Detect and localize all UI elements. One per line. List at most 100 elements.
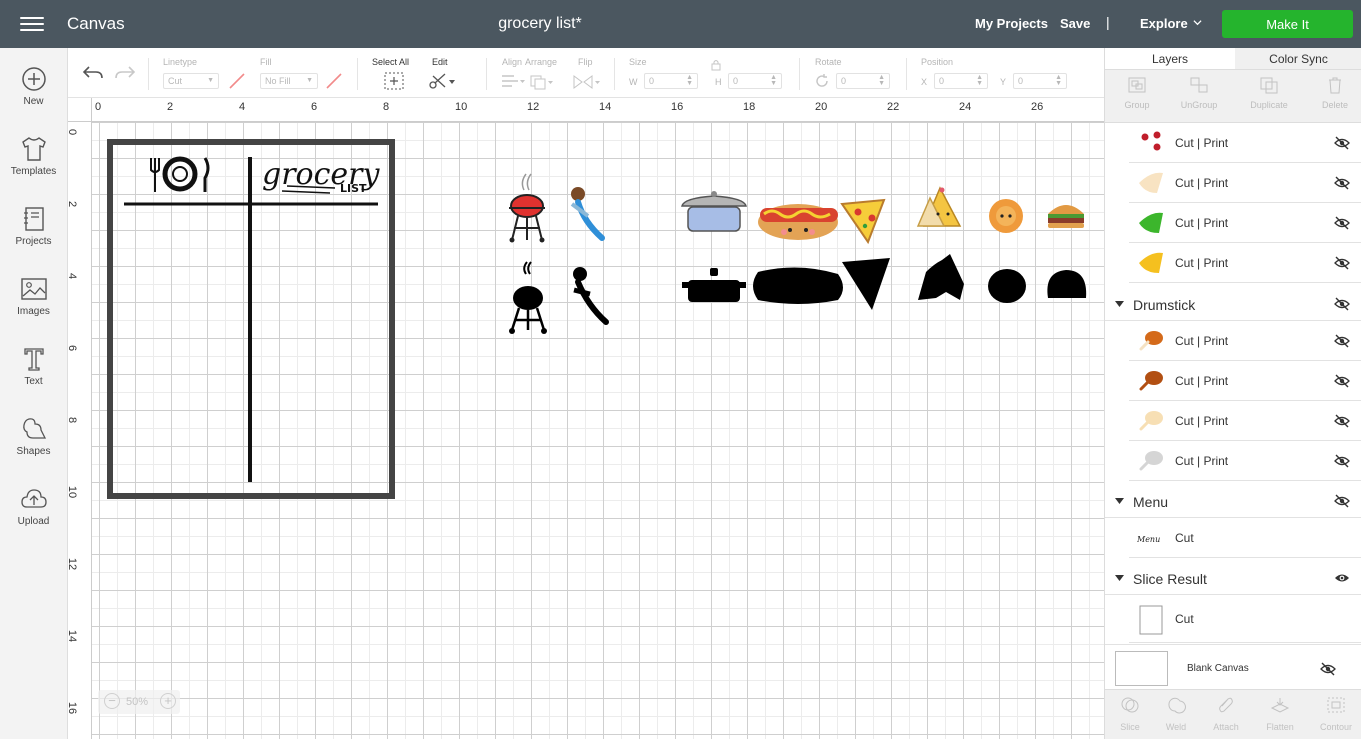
fork-meatball-silhouette[interactable] xyxy=(573,267,609,325)
contour-button[interactable]: Contour xyxy=(1311,696,1361,732)
rotate-input[interactable]: 0 ▲ ▼ xyxy=(836,73,890,89)
caret-down-icon[interactable] xyxy=(1115,301,1124,308)
stepper-icon[interactable]: ▲ ▼ xyxy=(878,74,885,87)
layer-group-menu[interactable]: Menu xyxy=(1105,484,1361,518)
grill-color-image[interactable] xyxy=(509,173,545,243)
fill-select[interactable]: No Fill ▼ xyxy=(260,73,318,89)
layer-row[interactable]: Menu Cut xyxy=(1129,518,1361,558)
flatten-button[interactable]: Flatten xyxy=(1255,696,1305,732)
grocery-list-frame[interactable] xyxy=(107,139,395,499)
nachos-color-image[interactable] xyxy=(916,186,962,227)
sidebar-item-text[interactable]: Text xyxy=(0,346,67,408)
explore-menu[interactable]: Explore xyxy=(1140,16,1188,31)
eye-hidden-icon[interactable] xyxy=(1334,494,1350,508)
eye-hidden-icon[interactable] xyxy=(1334,136,1350,150)
hotdog-color-image[interactable] xyxy=(758,204,838,240)
burger-color-image[interactable] xyxy=(1048,205,1084,228)
zoom-out-icon[interactable]: − xyxy=(104,693,120,709)
group-button[interactable]: Group xyxy=(1105,76,1169,110)
pot-color-image[interactable] xyxy=(681,191,747,232)
layer-row[interactable]: Cut | Print xyxy=(1129,163,1361,203)
sidebar-item-new[interactable]: New xyxy=(0,66,67,128)
edit-scissors-icon[interactable] xyxy=(428,72,456,90)
fill-color-swatch-icon[interactable] xyxy=(325,72,343,90)
grill-silhouette[interactable] xyxy=(509,261,547,334)
select-all-icon[interactable] xyxy=(384,72,404,90)
width-input[interactable]: 0 ▲ ▼ xyxy=(644,73,698,89)
eye-hidden-icon[interactable] xyxy=(1334,454,1350,468)
layer-row[interactable]: Cut | Print xyxy=(1129,243,1361,283)
width-value: 0 xyxy=(649,76,655,86)
chevron-down-icon[interactable] xyxy=(1193,18,1202,27)
sidebar-item-images[interactable]: Images xyxy=(0,276,67,338)
donut-silhouette[interactable] xyxy=(988,269,1026,303)
slice-button[interactable]: Slice xyxy=(1105,696,1155,732)
arrange-icon[interactable] xyxy=(529,74,555,90)
layer-row[interactable]: Cut | Print xyxy=(1129,123,1361,163)
nachos-silhouette[interactable] xyxy=(918,254,964,300)
burger-silhouette[interactable] xyxy=(1047,270,1087,298)
layer-row[interactable]: Cut | Print xyxy=(1129,321,1361,361)
silhouettes-row[interactable] xyxy=(509,254,1087,334)
weld-button[interactable]: Weld xyxy=(1151,696,1201,732)
stepper-icon[interactable]: ▲ ▼ xyxy=(686,74,693,87)
donut-color-image[interactable] xyxy=(989,199,1023,233)
eye-hidden-icon[interactable] xyxy=(1334,176,1350,190)
pizza-slice-color-image[interactable] xyxy=(840,198,886,245)
eye-visible-icon[interactable] xyxy=(1334,571,1350,585)
my-projects-link[interactable]: My Projects xyxy=(975,16,1048,31)
layer-row[interactable]: Cut | Print xyxy=(1129,441,1361,481)
stepper-icon[interactable]: ▲ ▼ xyxy=(770,74,777,87)
pizza-silhouette[interactable] xyxy=(842,258,890,310)
lock-icon[interactable] xyxy=(711,59,721,71)
zoom-in-icon[interactable]: + xyxy=(160,693,176,709)
y-position-input[interactable]: 0 ▲ ▼ xyxy=(1013,73,1067,89)
undo-icon[interactable] xyxy=(82,64,104,82)
eye-hidden-icon[interactable] xyxy=(1334,334,1350,348)
canvas-color-swatch[interactable] xyxy=(1115,651,1168,686)
canvas-artwork[interactable]: grocery LIST xyxy=(92,122,1104,739)
sidebar-item-projects[interactable]: Projects xyxy=(0,206,67,268)
layer-row[interactable]: Cut | Print xyxy=(1129,203,1361,243)
save-link[interactable]: Save xyxy=(1060,16,1090,31)
eye-hidden-icon[interactable] xyxy=(1334,216,1350,230)
duplicate-button[interactable]: Duplicate xyxy=(1237,76,1301,110)
list-title-text: LIST xyxy=(340,182,367,195)
layer-group-slice-result[interactable]: Slice Result xyxy=(1105,561,1361,595)
eye-hidden-icon[interactable] xyxy=(1334,374,1350,388)
eye-hidden-icon[interactable] xyxy=(1334,414,1350,428)
tab-layers[interactable]: Layers xyxy=(1105,48,1235,70)
sidebar-item-templates[interactable]: Templates xyxy=(0,136,67,198)
design-canvas[interactable]: 0 2 4 6 8 10 12 14 16 18 20 22 24 26 0 2… xyxy=(68,98,1104,739)
align-icon[interactable] xyxy=(500,74,526,88)
tab-color-sync[interactable]: Color Sync xyxy=(1235,48,1361,70)
caret-down-icon[interactable] xyxy=(1115,498,1124,505)
ruler-tick: 8 xyxy=(68,417,78,423)
linetype-select[interactable]: Cut ▼ xyxy=(163,73,219,89)
fork-meatball-color-image[interactable] xyxy=(570,187,605,241)
linetype-color-swatch-icon[interactable] xyxy=(228,72,246,90)
make-it-button[interactable]: Make It xyxy=(1222,10,1353,38)
ungroup-button[interactable]: UnGroup xyxy=(1167,76,1231,110)
attach-button[interactable]: Attach xyxy=(1201,696,1251,732)
sidebar-item-upload[interactable]: Upload xyxy=(0,486,67,548)
eye-hidden-icon[interactable] xyxy=(1334,297,1350,311)
x-position-input[interactable]: 0 ▲ ▼ xyxy=(934,73,988,89)
flip-icon[interactable] xyxy=(572,74,602,90)
pot-silhouette[interactable] xyxy=(682,268,746,302)
sidebar-item-shapes[interactable]: Shapes xyxy=(0,416,67,478)
layer-row[interactable]: Cut | Print xyxy=(1129,361,1361,401)
eye-hidden-icon[interactable] xyxy=(1334,256,1350,270)
stepper-icon[interactable]: ▲ ▼ xyxy=(1055,74,1062,87)
eye-hidden-icon[interactable] xyxy=(1320,662,1336,676)
delete-button[interactable]: Delete xyxy=(1303,76,1361,110)
blank-canvas-row[interactable]: Blank Canvas xyxy=(1105,644,1361,689)
hotdog-silhouette[interactable] xyxy=(753,267,843,304)
layer-row[interactable]: Cut | Print xyxy=(1129,401,1361,441)
caret-down-icon[interactable] xyxy=(1115,575,1124,582)
height-input[interactable]: 0 ▲ ▼ xyxy=(728,73,782,89)
layer-row[interactable]: Cut xyxy=(1129,595,1361,643)
redo-icon[interactable] xyxy=(114,64,136,82)
stepper-icon[interactable]: ▲ ▼ xyxy=(976,74,983,87)
layer-group-drumstick[interactable]: Drumstick xyxy=(1105,287,1361,321)
